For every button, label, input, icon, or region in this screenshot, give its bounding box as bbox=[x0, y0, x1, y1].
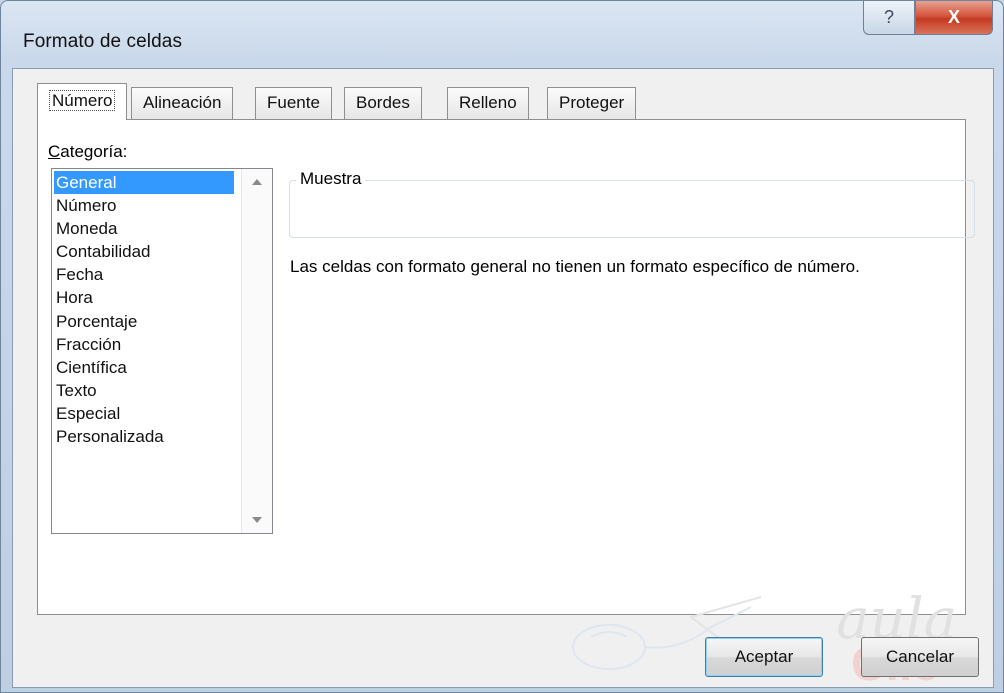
category-list: General Número Moneda Contabilidad Fecha Hora… bbox=[54, 171, 234, 448]
close-icon: X bbox=[947, 7, 960, 27]
close-button[interactable]: X bbox=[915, 1, 993, 35]
format-description: Las celdas con formato general no tienen… bbox=[290, 257, 860, 276]
tab-label: Relleno bbox=[459, 93, 517, 112]
tab-panel-numero: Categoría: General Número Moneda Contabilid… bbox=[37, 119, 975, 615]
category-label: Categoría: bbox=[48, 142, 127, 162]
category-scrollbar[interactable] bbox=[241, 169, 272, 533]
help-icon: ? bbox=[883, 7, 894, 27]
category-item[interactable]: Número bbox=[54, 194, 234, 217]
category-item[interactable]: Fecha bbox=[54, 263, 234, 286]
category-item[interactable]: Texto bbox=[54, 379, 234, 402]
category-item[interactable]: Científica bbox=[54, 356, 234, 379]
dialog-body: Número Alineación Fuente Bordes Relleno … bbox=[12, 68, 994, 691]
category-item[interactable]: Moneda bbox=[54, 217, 234, 240]
dialog-window: Formato de celdas ? X Número Alineación … bbox=[0, 0, 1004, 693]
help-button[interactable]: ? bbox=[863, 1, 915, 35]
tab-label: Número bbox=[49, 90, 116, 111]
category-listbox[interactable]: General Número Moneda Contabilidad Fecha Hora… bbox=[51, 168, 273, 534]
tab-label: Fuente bbox=[267, 93, 320, 112]
scroll-up-icon[interactable] bbox=[252, 179, 262, 185]
cancel-button[interactable]: Cancelar bbox=[861, 637, 979, 677]
tab-relleno[interactable]: Relleno bbox=[447, 87, 529, 119]
sample-legend: Muestra bbox=[296, 169, 366, 189]
scroll-down-icon[interactable] bbox=[252, 517, 262, 523]
category-item[interactable]: Especial bbox=[54, 402, 234, 425]
category-item[interactable]: Fracción bbox=[54, 333, 234, 356]
category-item[interactable]: Hora bbox=[54, 286, 234, 309]
category-label-text: ategoría: bbox=[60, 142, 128, 161]
category-item[interactable]: Porcentaje bbox=[54, 310, 234, 333]
category-item[interactable]: Contabilidad bbox=[54, 240, 234, 263]
tab-numero[interactable]: Número bbox=[37, 83, 128, 120]
dialog-title: Formato de celdas bbox=[23, 31, 183, 52]
tab-label: Proteger bbox=[559, 93, 625, 112]
category-item[interactable]: Personalizada bbox=[54, 425, 234, 448]
category-item[interactable]: General bbox=[54, 171, 234, 195]
tab-proteger[interactable]: Proteger bbox=[547, 87, 637, 119]
tab-alineacion[interactable]: Alineación bbox=[131, 87, 234, 119]
tab-fuente[interactable]: Fuente bbox=[255, 87, 332, 119]
ok-button[interactable]: Aceptar bbox=[705, 637, 823, 677]
tab-label: Bordes bbox=[356, 93, 410, 112]
sample-group: Muestra bbox=[289, 169, 975, 238]
tab-bordes[interactable]: Bordes bbox=[344, 87, 422, 119]
category-label-accesskey: C bbox=[48, 142, 61, 161]
tab-label: Alineación bbox=[143, 93, 222, 112]
